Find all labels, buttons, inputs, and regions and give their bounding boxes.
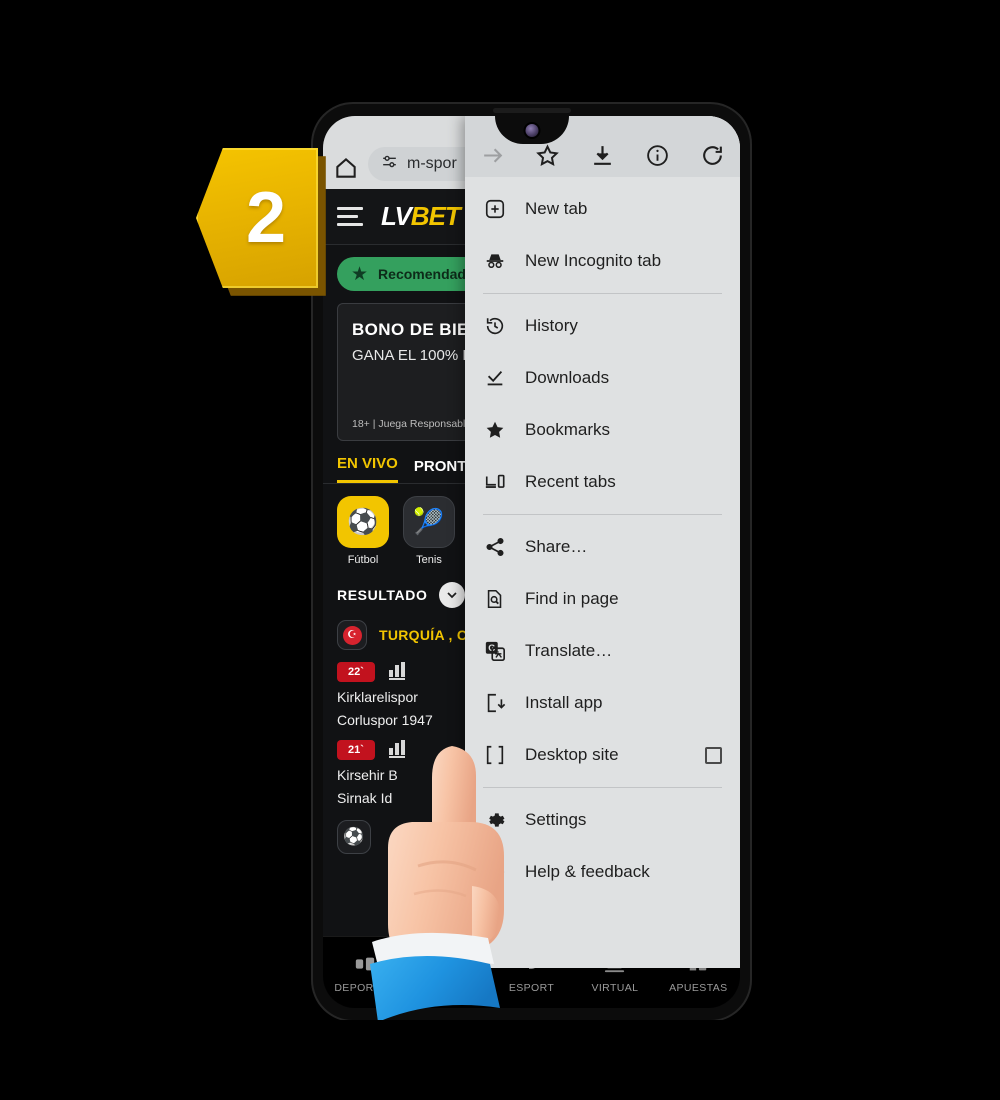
frame-bottom-mask [0,1020,1000,1100]
downloads-icon [483,367,507,389]
address-bar-url: m-spor [407,155,457,172]
nav-deportes-label: DEPORTES [334,982,396,994]
league-name: TURQUÍA , C [379,627,468,643]
menu-item-translate[interactable]: G Translate… [465,625,740,677]
history-icon [483,315,507,337]
menu-item-recent-tabs[interactable]: Recent tabs [465,456,740,508]
recommended-label: Recomendado [378,266,475,282]
menu-item-downloads[interactable]: Downloads [465,352,740,404]
menu-item-history[interactable]: History [465,300,740,352]
menu-item-help-feedback[interactable]: Help & feedback [465,846,740,898]
menu-item-label: Install app [525,693,603,712]
page-info-tune-icon[interactable] [380,152,399,176]
sport-tenis-label: Tenis [416,554,442,566]
bookmark-star-icon[interactable] [520,143,575,168]
new-tab-icon [483,198,507,220]
soccer-ball-icon: ⚽ [337,496,389,548]
step-number-badge: 2 [196,148,326,296]
nav-apuestas-label: APUESTAS [669,982,728,994]
tab-en-vivo[interactable]: EN VIVO [337,455,398,483]
forward-icon[interactable] [465,143,520,168]
menu-item-label: Find in page [525,589,619,608]
share-icon [483,536,507,558]
menu-item-label: New tab [525,199,588,218]
front-camera-icon [525,124,538,137]
menu-item-label: Settings [525,810,587,829]
menu-item-label: History [525,316,578,335]
sport-tenis[interactable]: 🎾 Tenis [403,496,455,566]
find-in-page-icon [483,588,507,610]
browser-overflow-menu: New tab New Incognito tab History Downlo… [465,116,740,968]
menu-item-bookmarks[interactable]: Bookmarks [465,404,740,456]
result-label: RESULTADO [337,587,428,603]
menu-item-label: Bookmarks [525,420,611,439]
nav-virtual-label: VIRTUAL [591,982,639,994]
chevron-down-icon[interactable] [439,582,466,608]
translate-icon: G [483,640,507,662]
badge-number: 2 [245,178,287,258]
screenshot-stage: 2 m-spor LVBET ★ Recomendado BONO DE BIE… [0,0,1000,1100]
install-app-icon [483,692,507,714]
menu-separator [483,787,722,788]
menu-item-label: Recent tabs [525,472,616,491]
menu-item-label: Translate… [525,641,613,660]
incognito-icon [483,250,507,272]
desktop-site-icon [483,744,507,766]
menu-item-desktop-site[interactable]: Desktop site [465,729,740,781]
menu-item-settings[interactable]: Settings [465,794,740,846]
download-icon[interactable] [575,143,630,168]
sport-futbol-label: Fútbol [347,554,379,566]
badge-face: 2 [196,148,318,288]
tennis-icon: 🎾 [403,496,455,548]
hamburger-icon[interactable] [337,207,363,226]
menu-item-share[interactable]: Share… [465,521,740,573]
menu-item-label: Help & feedback [525,862,650,881]
sport-futbol[interactable]: ⚽ Fútbol [337,496,389,566]
menu-item-label: Downloads [525,368,610,387]
stats-bars-icon[interactable] [388,661,405,680]
menu-item-label: New Incognito tab [525,251,662,270]
nav-vivo-label: VIVO [434,982,462,994]
menu-separator [483,293,722,294]
menu-separator [483,514,722,515]
logo-bet: BET [410,201,461,231]
nav-deportes[interactable]: DEPORTES [323,951,406,994]
bookmarks-star-icon [483,419,507,441]
phone-screen: m-spor LVBET ★ Recomendado BONO DE BIENV… [323,116,740,1008]
home-icon[interactable] [333,155,359,181]
page-info-icon[interactable] [630,143,685,168]
menu-item-new-tab[interactable]: New tab [465,183,740,235]
menu-item-find-in-page[interactable]: Find in page [465,573,740,625]
sports-icon [323,951,406,977]
desktop-site-checkbox[interactable] [705,746,722,764]
menu-item-label: Desktop site [525,745,619,764]
site-logo[interactable]: LVBET [381,201,461,232]
sport-chip-icon[interactable]: ⚽ [337,820,371,854]
recent-tabs-icon [483,471,507,493]
phone-device: m-spor LVBET ★ Recomendado BONO DE BIENV… [313,104,750,1020]
match-minute: 22` [337,662,375,682]
earpiece-speaker [492,108,571,113]
reload-icon[interactable] [685,143,740,168]
settings-gear-icon [483,809,507,831]
stats-bars-icon[interactable] [388,739,405,758]
match-minute: 21` [337,740,375,760]
menu-item-new-incognito-tab[interactable]: New Incognito tab [465,235,740,287]
star-icon: ★ [351,263,369,285]
help-icon [483,861,507,883]
menu-item-install-app[interactable]: Install app [465,677,740,729]
nav-esport-label: ESPORT [508,982,555,994]
logo-lv: LV [381,201,412,231]
menu-item-list: New tab New Incognito tab History Downlo… [465,177,740,968]
menu-item-label: Share… [525,537,588,556]
turkey-flag-icon: ☪ [337,620,367,650]
